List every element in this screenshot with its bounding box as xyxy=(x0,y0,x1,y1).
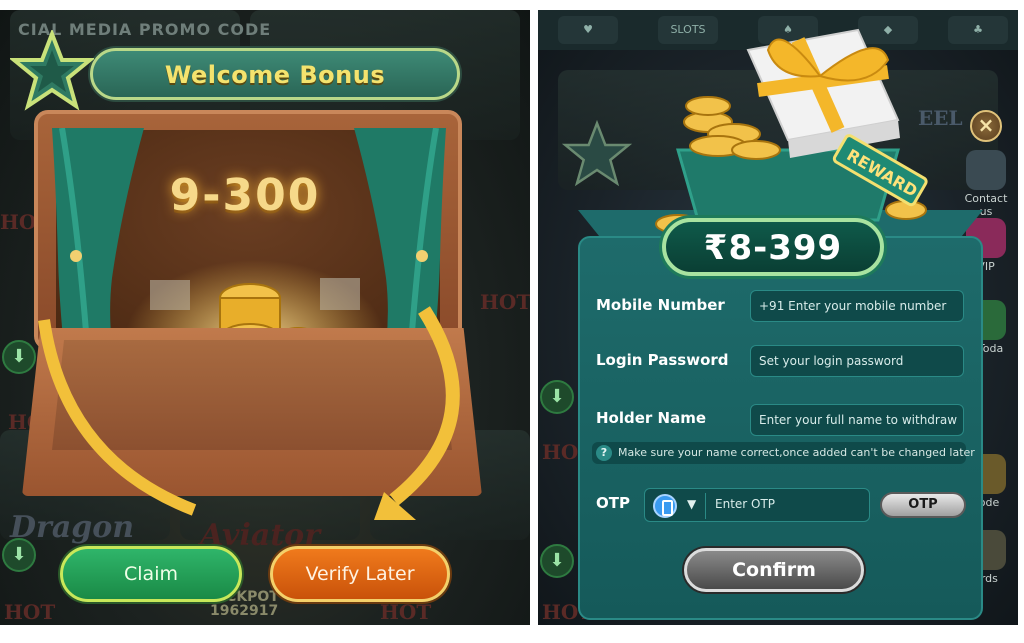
otp-label: OTP xyxy=(596,494,630,512)
register-reward-panel: ♥ SLOTS ♠ ◆ ♣ EEL Contact us VIP s Toda … xyxy=(538,10,1018,625)
screen: CIAL MEDIA PROMO CODE HOT HOT HOT Dragon… xyxy=(0,0,1024,643)
cards-icon[interactable]: ♣ xyxy=(948,16,1008,44)
gift-box-icon: REWARD xyxy=(655,28,928,234)
bg-hot-label: HOT xyxy=(4,600,56,624)
bg-hot-label: HOT xyxy=(380,600,432,624)
verify-later-button[interactable]: Verify Later xyxy=(270,546,450,602)
star-icon xyxy=(10,30,94,111)
claim-button[interactable]: Claim xyxy=(60,546,242,602)
mobile-number-input[interactable]: +91 Enter your mobile number xyxy=(750,290,964,322)
chevron-down-icon[interactable]: ▼ xyxy=(687,497,696,511)
download-icon[interactable]: ⬇ xyxy=(540,380,574,414)
close-icon[interactable]: × xyxy=(970,110,1002,142)
name-hint-text: Make sure your name correct,once added c… xyxy=(618,446,975,459)
send-otp-button[interactable]: OTP xyxy=(880,492,966,518)
welcome-bonus-panel: CIAL MEDIA PROMO CODE HOT HOT HOT Dragon… xyxy=(0,10,530,625)
login-password-input[interactable]: Set your login password xyxy=(750,345,964,377)
otp-field[interactable]: ▼ Enter OTP xyxy=(644,488,870,522)
bg-jackpot-value: 1962917 xyxy=(210,603,279,619)
gold-ribbon xyxy=(38,306,460,520)
divider xyxy=(705,493,706,519)
bonus-range: 9-300 xyxy=(169,170,321,221)
phone-icon[interactable] xyxy=(653,494,677,518)
download-icon[interactable]: ⬇ xyxy=(2,538,36,572)
name-hint: ? Make sure your name correct,once added… xyxy=(592,442,975,464)
star-icon xyxy=(562,120,632,187)
download-icon[interactable]: ⬇ xyxy=(540,544,574,578)
contact-us-item[interactable]: Contact us xyxy=(958,150,1014,218)
otp-input[interactable]: Enter OTP xyxy=(715,497,775,511)
welcome-title-bar: Welcome Bonus xyxy=(90,48,460,100)
holder-name-input[interactable]: Enter your full name to withdraw xyxy=(750,404,964,436)
login-password-label: Login Password xyxy=(596,351,729,369)
holder-name-label: Holder Name xyxy=(596,409,707,427)
heart-icon[interactable]: ♥ xyxy=(558,16,618,44)
reward-amount: ₹8-399 xyxy=(703,228,843,268)
reward-amount-pill: ₹8-399 xyxy=(662,218,884,276)
welcome-title: Welcome Bonus xyxy=(164,61,386,89)
confirm-button[interactable]: Confirm xyxy=(684,548,864,592)
mobile-number-label: Mobile Number xyxy=(596,296,725,314)
headset-icon xyxy=(966,150,1006,190)
question-icon: ? xyxy=(596,445,612,461)
